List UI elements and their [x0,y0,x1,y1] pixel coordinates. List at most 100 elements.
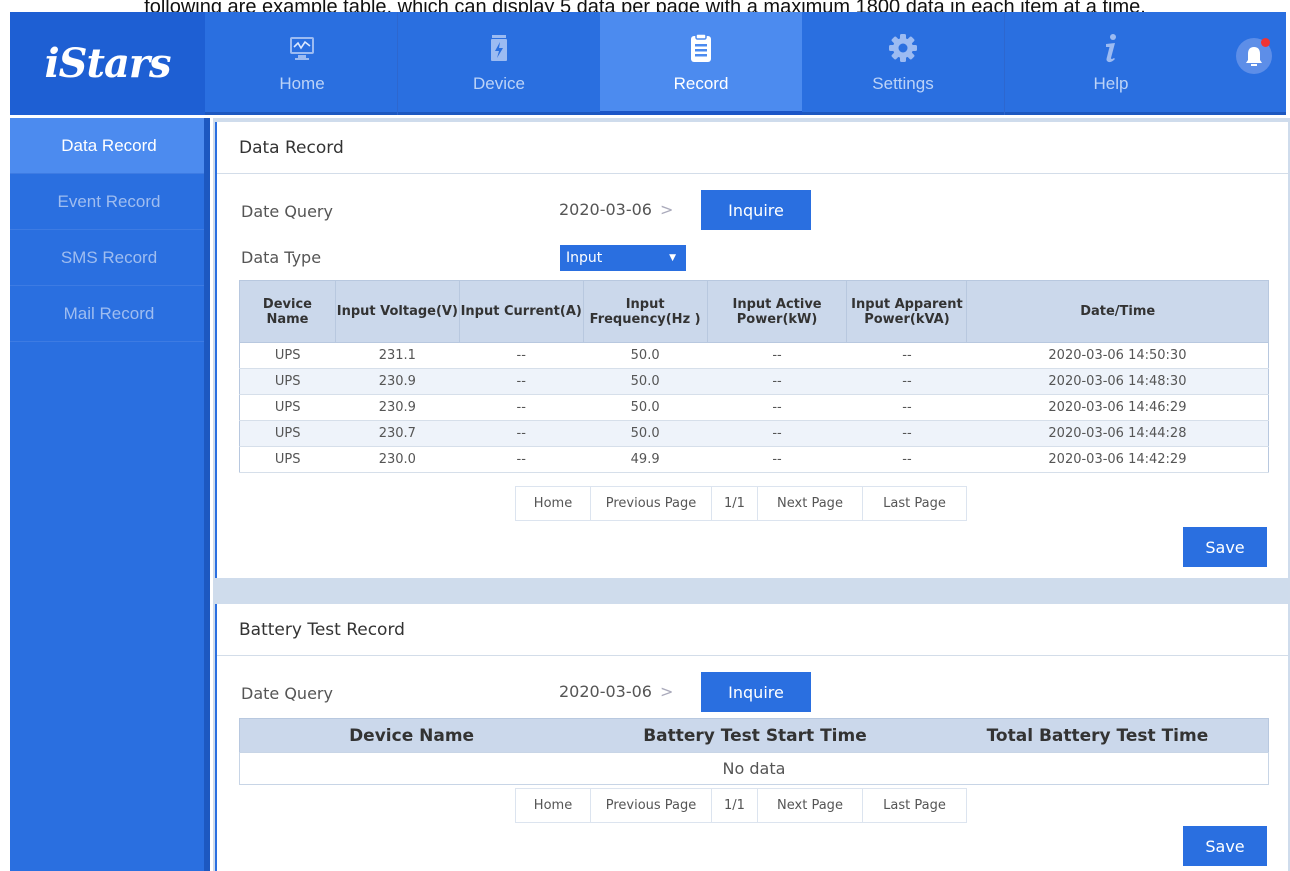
table-cell: 230.7 [335,420,460,447]
battery-date-value: 2020-03-06 [559,682,652,701]
battery-record-panel: Battery Test Record Date Query 2020-03-0… [215,604,1288,871]
gear-icon [885,30,921,66]
pager-indicator: 1/1 [712,789,758,822]
battery-inquire-button[interactable]: Inquire [701,672,811,712]
col-battery-start-time: Battery Test Start Time [583,718,927,753]
nav-device-label: Device [473,74,525,93]
table-cell: 49.9 [583,446,708,473]
col-input-current: Input Current(A) [458,280,584,343]
table-cell: 2020-03-06 14:48:30 [966,368,1269,395]
col-battery-device-name: Device Name [239,718,584,753]
nav-device[interactable]: Device [398,12,600,115]
pager-previous[interactable]: Previous Page [591,789,712,822]
nav-settings-label: Settings [872,74,934,93]
table-cell: UPS [239,420,336,447]
col-device-name: Device Name [239,280,336,343]
table-cell: -- [846,368,967,395]
table-cell: -- [707,342,847,369]
data-type-select[interactable]: Input ▼ [560,245,686,271]
table-cell: UPS [239,368,336,395]
table-cell: -- [459,446,584,473]
table-cell: 2020-03-06 14:44:28 [966,420,1269,447]
pager-previous[interactable]: Previous Page [591,487,712,520]
table-cell: 2020-03-06 14:42:29 [966,446,1269,473]
battery-date-query-label: Date Query [241,684,333,703]
data-record-pager: Home Previous Page 1/1 Next Page Last Pa… [515,486,967,521]
info-icon [1093,30,1129,66]
nav-home[interactable]: Home [207,12,397,115]
sidebar-item-event-record[interactable]: Event Record [10,174,208,230]
table-row: UPS 230.9 -- 50.0 -- -- 2020-03-06 14:48:30 [239,368,1269,395]
data-type-label: Data Type [241,248,322,267]
col-input-active-power: Input Active Power(kW) [706,280,848,343]
table-cell: -- [707,368,847,395]
col-battery-total-time: Total Battery Test Time [926,718,1269,753]
sidebar-edge [204,118,210,871]
sidebar-item-data-record[interactable]: Data Record [10,118,208,174]
sidebar-item-sms-record[interactable]: SMS Record [10,230,208,286]
data-table: Device Name Input Voltage(V) Input Curre… [239,280,1269,473]
battery-save-button[interactable]: Save [1183,826,1267,866]
battery-date-picker[interactable]: 2020-03-06 > [559,682,673,701]
date-value: 2020-03-06 [559,200,652,219]
data-type-value: Input [566,250,603,266]
logo: iStars [10,12,205,115]
table-cell: -- [846,420,967,447]
logo-text: iStars [44,40,171,87]
table-cell: 50.0 [583,368,708,395]
main-content: Data Record Date Query 2020-03-06 > Inqui… [213,118,1290,871]
pager-last[interactable]: Last Page [863,487,966,520]
data-record-panel: Data Record Date Query 2020-03-06 > Inqui… [215,122,1288,578]
nav-settings[interactable]: Settings [802,12,1004,115]
nav-help-label: Help [1093,74,1129,93]
table-cell: -- [846,342,967,369]
table-cell: 230.9 [335,368,460,395]
date-picker[interactable]: 2020-03-06 > [559,200,673,219]
table-cell: -- [707,420,847,447]
col-date-time: Date/Time [966,280,1269,343]
table-cell: -- [846,394,967,421]
table-cell: -- [459,420,584,447]
monitor-icon [284,30,320,66]
bell-icon [1246,47,1262,66]
battery-record-title: Battery Test Record [217,604,1288,656]
col-input-apparent-power: Input Apparent Power(kVA) [846,280,968,343]
clipboard-icon [683,30,719,66]
sidebar: Data Record Event Record SMS Record Mail… [10,118,208,871]
table-cell: 231.1 [335,342,460,369]
chevron-right-icon: > [659,200,674,219]
table-cell: 2020-03-06 14:46:29 [966,394,1269,421]
table-row: UPS 230.7 -- 50.0 -- -- 2020-03-06 14:44:28 [239,420,1269,447]
pager-indicator: 1/1 [712,487,758,520]
pager-next[interactable]: Next Page [758,487,863,520]
alarm-badge [1261,38,1270,47]
pager-next[interactable]: Next Page [758,789,863,822]
pager-home[interactable]: Home [516,487,591,520]
table-row: UPS 230.9 -- 50.0 -- -- 2020-03-06 14:46:29 [239,394,1269,421]
sidebar-item-mail-record[interactable]: Mail Record [10,286,208,342]
chevron-right-icon: > [659,682,674,701]
save-button[interactable]: Save [1183,527,1267,567]
table-cell: -- [459,394,584,421]
table-cell: 230.9 [335,394,460,421]
inquire-button[interactable]: Inquire [701,190,811,230]
data-record-title: Data Record [217,122,1288,174]
nav-record[interactable]: Record [600,12,802,115]
alarm-button[interactable] [1236,38,1272,74]
pager-last[interactable]: Last Page [863,789,966,822]
table-cell: -- [707,394,847,421]
date-query-label: Date Query [241,202,333,221]
col-input-frequency: Input Frequency(Hz ) [582,280,708,343]
nav-home-label: Home [279,74,325,93]
table-cell: -- [459,368,584,395]
table-row: UPS 231.1 -- 50.0 -- -- 2020-03-06 14:50:30 [239,342,1269,369]
pager-home[interactable]: Home [516,789,591,822]
table-row: UPS 230.0 -- 49.9 -- -- 2020-03-06 14:42:29 [239,446,1269,473]
nav-help[interactable]: Help [1005,12,1217,115]
caret-down-icon: ▼ [669,253,676,263]
table-cell: 50.0 [583,342,708,369]
table-cell: 230.0 [335,446,460,473]
nav-record-label: Record [673,74,729,93]
table-cell: -- [707,446,847,473]
table-cell: UPS [239,394,336,421]
